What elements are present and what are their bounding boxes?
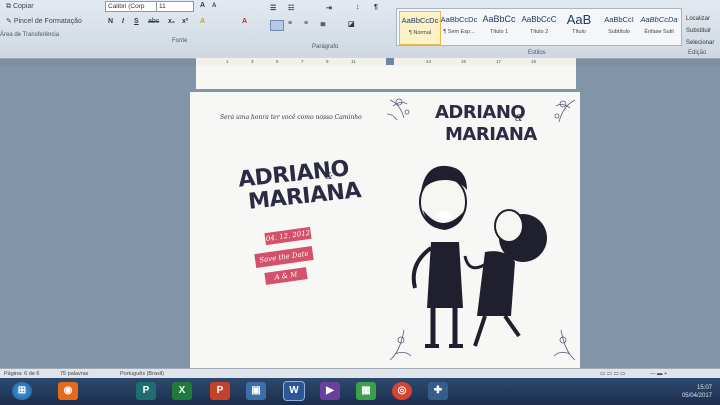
network-icon[interactable]: ✚: [428, 382, 448, 400]
publisher-icon[interactable]: P: [136, 382, 156, 400]
floral-bottom-left-icon: [389, 329, 412, 361]
align-left-icon[interactable]: [270, 20, 284, 31]
floral-top-right-icon: [554, 99, 576, 123]
right-name-mariana: MARIANA: [445, 124, 537, 145]
start-orb-icon[interactable]: ⊞: [12, 382, 32, 400]
ribbon: ⧉ Copiar ✎ Pincel de Formatação Área de …: [0, 0, 720, 59]
font-size-select[interactable]: 11: [156, 1, 194, 12]
copy-icon: ⧉: [6, 3, 13, 10]
style-heading-2[interactable]: AaBbCcC Título 2: [519, 11, 559, 43]
clipboard-group-label: Área de Transferência: [0, 32, 60, 38]
zoom-slider[interactable]: — ▬ +: [650, 371, 667, 377]
firefox-icon[interactable]: ◉: [58, 382, 78, 400]
style-no-spacing[interactable]: AaBbCcDc ¶ Sem Esp...: [439, 11, 479, 43]
style-normal[interactable]: AaBbCcDc ¶ Normal: [399, 11, 441, 45]
system-clock[interactable]: 15:07 05/04/2017: [682, 384, 712, 400]
indent-icon[interactable]: ⇥: [326, 4, 332, 12]
pilcrow-icon[interactable]: ¶: [374, 4, 378, 11]
style-subtitle[interactable]: AaBbCcI Subtítulo: [599, 11, 639, 43]
underline-button[interactable]: S: [134, 18, 139, 25]
style-subtle-emphasis[interactable]: AaBbCcDa Ênfase Sutil: [639, 11, 679, 43]
grow-font-icon[interactable]: A: [200, 2, 205, 9]
align-center-icon[interactable]: ≡: [288, 20, 292, 27]
chrome-icon[interactable]: ◎: [392, 382, 412, 400]
strikethrough-button[interactable]: abc: [148, 18, 159, 25]
editing-group-label: Edição: [688, 50, 707, 56]
find-button[interactable]: Localizar: [686, 16, 710, 22]
language-indicator[interactable]: Português (Brasil): [120, 371, 164, 377]
photos-icon[interactable]: ▦: [356, 382, 376, 400]
numbering-icon[interactable]: ☷: [288, 4, 294, 12]
replace-button[interactable]: Substituir: [686, 28, 711, 34]
files-icon[interactable]: ▣: [246, 382, 266, 400]
style-heading-1[interactable]: AaBbCc Título 1: [479, 11, 519, 43]
date-banner: 04. 12. 2012: [264, 226, 312, 246]
paragraph-group: ☰ ☷ ⇥ ↕ ¶ ≡ ≡ ≣ ◪ Parágrafo: [266, 0, 394, 58]
font-color-icon[interactable]: A: [242, 18, 247, 25]
style-title[interactable]: AaB Título: [559, 11, 599, 43]
shrink-font-icon[interactable]: A: [212, 3, 216, 9]
align-right-icon[interactable]: ≡: [304, 20, 308, 27]
floral-top-left-icon: [386, 98, 410, 121]
view-buttons[interactable]: ▭ ▭ ▭ ▭: [600, 371, 625, 377]
invitation-left: Será uma honra ter você como nosso Camin…: [190, 92, 385, 368]
page-count[interactable]: Página: 6 de 6: [4, 371, 39, 377]
right-name-adriano: ADRIANO: [435, 102, 526, 123]
invitation-quote: Será uma honra ter você como nosso Camin…: [220, 114, 362, 121]
text-effects-icon[interactable]: A: [200, 18, 205, 25]
invitation-right: ADRIANO & MARIANA: [385, 92, 580, 368]
font-group-label: Fonte: [172, 38, 188, 44]
word-count[interactable]: 75 palavras: [60, 371, 88, 377]
copy-button[interactable]: ⧉ Copiar: [6, 3, 34, 11]
format-painter-button[interactable]: ✎ Pincel de Formatação: [6, 17, 82, 25]
shading-icon[interactable]: ◪: [348, 20, 355, 28]
powerpoint-icon[interactable]: P: [210, 382, 230, 400]
excel-icon[interactable]: X: [172, 382, 192, 400]
clipboard-group: ⧉ Copiar ✎ Pincel de Formatação Área de …: [0, 0, 100, 58]
editing-group: Localizar Substituir Selecionar Edição: [684, 0, 720, 58]
bold-button[interactable]: N: [108, 18, 113, 25]
paragraph-group-label: Parágrafo: [312, 44, 339, 50]
font-group: Calibri (Corp 11 N I S abc x₂ x² A A A A…: [100, 0, 265, 58]
indent-marker[interactable]: [386, 58, 394, 65]
font-name-select[interactable]: Calibri (Corp: [105, 1, 157, 12]
bullets-icon[interactable]: ☰: [270, 4, 276, 12]
document-page-previous[interactable]: [196, 66, 576, 89]
right-ampersand: &: [515, 114, 524, 124]
groom-figure: [411, 165, 467, 348]
floral-bottom-right-icon: [553, 329, 576, 361]
superscript-button[interactable]: x²: [182, 18, 188, 25]
styles-group-label: Estilos: [528, 50, 546, 56]
justify-icon[interactable]: ≣: [320, 20, 326, 28]
italic-button[interactable]: I: [122, 18, 124, 25]
select-button[interactable]: Selecionar: [686, 40, 714, 46]
media-icon[interactable]: ▶: [320, 382, 340, 400]
styles-gallery: AaBbCcDc ¶ Normal AaBbCcDc ¶ Sem Esp... …: [396, 8, 682, 46]
initials-banner: A & M: [264, 267, 308, 285]
document-page[interactable]: Será uma honra ter você como nosso Camin…: [190, 92, 580, 368]
brush-icon: ✎: [6, 18, 14, 25]
word-icon[interactable]: W: [283, 381, 305, 401]
save-the-date-banner: Save the Date: [254, 246, 314, 268]
subscript-button[interactable]: x₂: [168, 18, 175, 25]
bride-figure: [463, 209, 547, 347]
sort-icon[interactable]: ↕: [356, 4, 360, 11]
taskbar: ⊞ ◉ P X P ▣ W ▶ ▦ ◎ ✚ 15:07 05/04/2017: [0, 378, 720, 405]
